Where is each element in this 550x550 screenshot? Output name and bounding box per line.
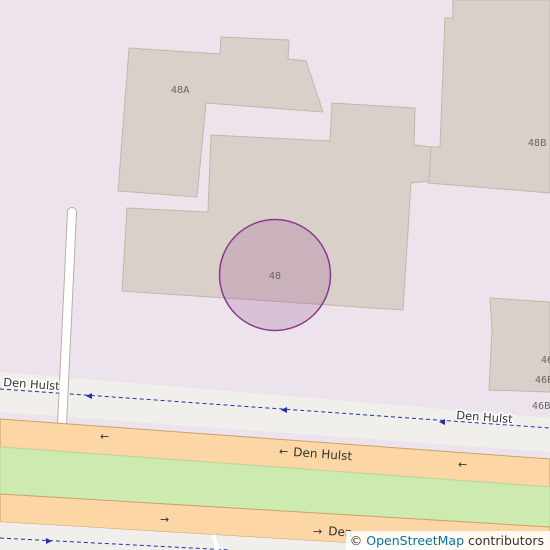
building-48b[interactable]: [427, 0, 550, 194]
oneway-arrow-4: →: [160, 513, 169, 526]
map-view[interactable]: 48A 48B 48 46 46B 46B Den Hulst Den Huls…: [0, 0, 550, 550]
attribution-suffix: contributors: [467, 533, 544, 548]
label-48: 48: [269, 271, 281, 282]
oneway-arrow-2: ←: [279, 445, 288, 458]
map-attribution: © OpenStreetMap contributors: [345, 531, 550, 550]
label-48a: 48A: [171, 85, 190, 96]
label-48b: 48B: [528, 138, 547, 149]
oneway-arrow-5: →: [313, 525, 322, 538]
oneway-arrow-1: ←: [100, 430, 109, 443]
map-canvas[interactable]: 48A 48B 48 46 46B 46B Den Hulst Den Huls…: [0, 0, 550, 550]
label-46-2: 46B: [535, 375, 550, 386]
label-46-3: 46B: [532, 401, 550, 412]
openstreetmap-link[interactable]: OpenStreetMap: [366, 533, 464, 548]
label-46-1: 46: [541, 355, 550, 366]
copyright-symbol: ©: [349, 533, 363, 548]
oneway-arrow-3: ←: [458, 458, 467, 471]
